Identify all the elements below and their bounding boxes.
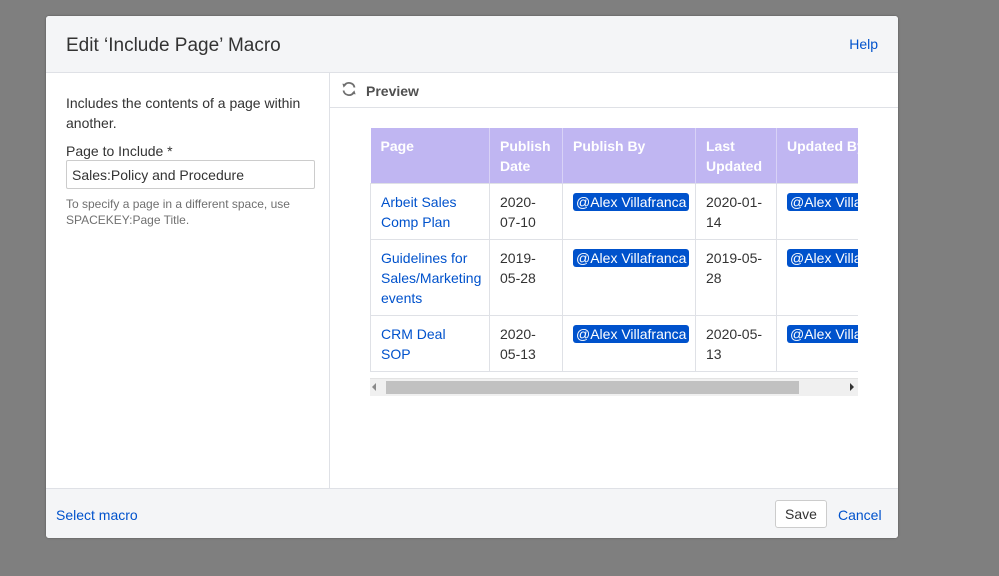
column-header-publish-by: Publish By <box>562 128 696 184</box>
last-updated-cell: 2020-05-13 <box>695 315 777 372</box>
horizontal-scrollbar[interactable] <box>370 378 858 396</box>
user-mention[interactable]: @Alex Villafranca <box>573 325 690 343</box>
cancel-link[interactable]: Cancel <box>838 507 882 523</box>
help-link[interactable]: Help <box>849 36 878 52</box>
column-header-publish-date: Publish Date <box>489 128 563 184</box>
preview-bar: Preview <box>330 73 898 108</box>
save-button[interactable]: Save <box>775 500 827 528</box>
dialog-title: Edit ‘Include Page’ Macro <box>66 35 281 56</box>
scrollbar-thumb[interactable] <box>386 381 799 394</box>
page-to-include-label: Page to Include * <box>66 143 173 159</box>
publish-date-cell: 2020-07-10 <box>489 183 563 240</box>
macro-description: Includes the contents of a page within a… <box>66 95 301 131</box>
preview-table-container: Page Publish Date Publish By Last Update… <box>370 128 858 382</box>
last-updated-cell: 2020-01-14 <box>695 183 777 240</box>
updated-by-cell: @Alex Villafranca <box>776 239 858 316</box>
page-cell: Arbeit Sales Comp Plan <box>370 183 490 240</box>
select-macro-link[interactable]: Select macro <box>56 507 138 523</box>
scroll-left-arrow-icon[interactable] <box>372 383 376 391</box>
dialog-header: Edit ‘Include Page’ Macro Help <box>46 16 898 73</box>
user-mention[interactable]: @Alex Villafranca <box>787 249 858 267</box>
updated-by-cell: @Alex Villafranca <box>776 315 858 372</box>
user-mention[interactable]: @Alex Villafranca <box>573 193 690 211</box>
refresh-icon[interactable] <box>341 81 357 97</box>
page-to-include-hint: To specify a page in a different space, … <box>66 197 290 227</box>
edit-macro-dialog: Edit ‘Include Page’ Macro Help Includes … <box>46 16 898 538</box>
scroll-right-arrow-icon[interactable] <box>850 383 854 391</box>
page-cell: Guidelines for Sales/Marketing events <box>370 239 490 316</box>
included-pages-table: Page Publish Date Publish By Last Update… <box>370 128 858 372</box>
publish-date-cell: 2019-05-28 <box>489 239 563 316</box>
macro-parameters-panel: Includes the contents of a page within a… <box>46 73 330 488</box>
user-mention[interactable]: @Alex Villafranca <box>787 325 858 343</box>
last-updated-cell: 2019-05-28 <box>695 239 777 316</box>
table-row: CRM Deal SOP 2020-05-13 @Alex Villafranc… <box>370 315 858 372</box>
user-mention[interactable]: @Alex Villafranca <box>573 249 690 267</box>
table-row: Arbeit Sales Comp Plan 2020-07-10 @Alex … <box>370 183 858 240</box>
column-header-page: Page <box>370 128 490 184</box>
page-to-include-input[interactable] <box>66 160 315 189</box>
preview-label: Preview <box>366 83 419 99</box>
page-link[interactable]: CRM Deal SOP <box>381 326 446 362</box>
publish-by-cell: @Alex Villafranca <box>562 239 696 316</box>
user-mention[interactable]: @Alex Villafranca <box>787 193 858 211</box>
page-link[interactable]: Guidelines for Sales/Marketing events <box>381 250 481 306</box>
publish-by-cell: @Alex Villafranca <box>562 315 696 372</box>
table-row: Guidelines for Sales/Marketing events 20… <box>370 239 858 316</box>
publish-by-cell: @Alex Villafranca <box>562 183 696 240</box>
preview-panel: Preview Page Publish Date Publish By Las… <box>330 73 898 488</box>
updated-by-cell: @Alex Villafranca <box>776 183 858 240</box>
column-header-last-updated: Last Updated <box>695 128 777 184</box>
table-header-row: Page Publish Date Publish By Last Update… <box>370 128 858 184</box>
dialog-footer: Select macro Save Cancel <box>46 488 898 538</box>
column-header-updated-by: Updated By <box>776 128 858 184</box>
page-link[interactable]: Arbeit Sales Comp Plan <box>381 194 456 230</box>
page-cell: CRM Deal SOP <box>370 315 490 372</box>
publish-date-cell: 2020-05-13 <box>489 315 563 372</box>
